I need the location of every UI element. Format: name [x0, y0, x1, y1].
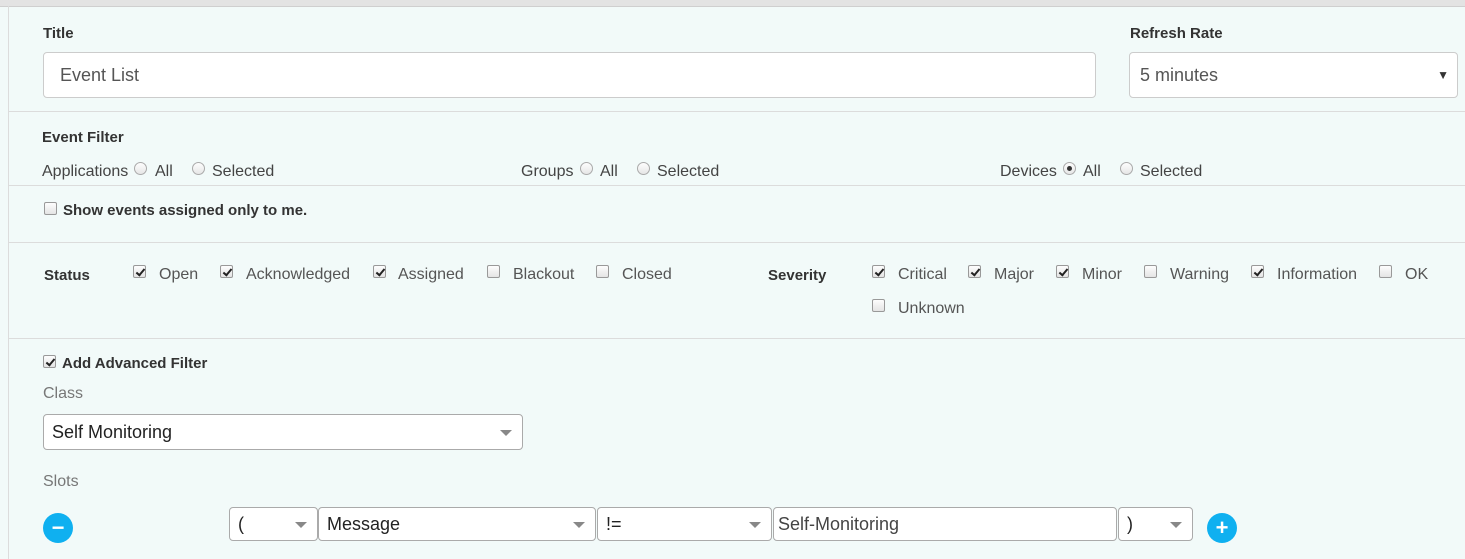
assigned-only-checkbox[interactable]: [44, 202, 57, 215]
chevron-down-icon: [749, 522, 761, 528]
severity-minor-label: Minor: [1082, 266, 1123, 283]
severity-information-checkbox[interactable]: [1251, 265, 1264, 278]
chevron-down-icon: [500, 430, 512, 436]
minus-circle-icon[interactable]: −: [43, 513, 73, 543]
title-input[interactable]: Event List: [43, 52, 1096, 98]
applications-selected-radio[interactable]: [192, 162, 205, 175]
status-blackout-checkbox[interactable]: [487, 265, 500, 278]
groups-all-radio[interactable]: [580, 162, 593, 175]
status-open-label: Open: [159, 266, 199, 283]
slot-field-select[interactable]: Message: [318, 507, 596, 541]
status-blackout-label: Blackout: [513, 266, 575, 283]
status-label: Status: [44, 267, 90, 284]
plus-circle-icon[interactable]: +: [1207, 513, 1237, 543]
groups-selected-radio[interactable]: [637, 162, 650, 175]
operator-select[interactable]: !=: [597, 507, 772, 541]
class-label: Class: [43, 385, 84, 402]
title-label: Title: [43, 25, 74, 42]
status-acknowledged-label: Acknowledged: [246, 266, 351, 283]
devices-label: Devices: [1000, 163, 1057, 180]
close-paren-select[interactable]: ): [1118, 507, 1193, 541]
event-filter-heading: Event Filter: [42, 129, 124, 146]
severity-ok-label: OK: [1405, 266, 1429, 283]
divider: [9, 111, 1465, 112]
divider: [9, 338, 1465, 339]
status-acknowledged-checkbox[interactable]: [220, 265, 233, 278]
close-paren-value: ): [1127, 514, 1133, 534]
divider: [9, 242, 1465, 243]
severity-major-label: Major: [994, 266, 1035, 283]
open-paren-value: (: [238, 514, 244, 534]
slots-label: Slots: [43, 473, 79, 490]
chevron-down-icon: [573, 522, 585, 528]
severity-unknown-checkbox[interactable]: [872, 299, 885, 312]
severity-ok-checkbox[interactable]: [1379, 265, 1392, 278]
left-border: [8, 6, 9, 559]
status-assigned-checkbox[interactable]: [373, 265, 386, 278]
class-select[interactable]: Self Monitoring: [43, 414, 523, 450]
caret-down-icon: ▼: [1437, 68, 1449, 82]
severity-minor-checkbox[interactable]: [1056, 265, 1069, 278]
applications-label: Applications: [42, 163, 129, 180]
severity-unknown-label: Unknown: [898, 300, 965, 317]
status-assigned-label: Assigned: [398, 266, 464, 283]
groups-selected-label: Selected: [657, 163, 720, 180]
severity-information-label: Information: [1277, 266, 1358, 283]
chevron-down-icon: [295, 522, 307, 528]
groups-all-label: All: [600, 163, 618, 180]
severity-label: Severity: [768, 267, 827, 284]
slot-value-input[interactable]: Self-Monitoring: [773, 507, 1117, 541]
open-paren-select[interactable]: (: [229, 507, 318, 541]
devices-selected-label: Selected: [1140, 163, 1203, 180]
operator-value: !=: [606, 514, 622, 534]
groups-label: Groups: [521, 163, 574, 180]
severity-critical-label: Critical: [898, 266, 947, 283]
slot-field-value: Message: [327, 514, 401, 534]
devices-all-label: All: [1083, 163, 1101, 180]
top-bar: [0, 0, 1465, 7]
applications-all-label: All: [155, 163, 173, 180]
advanced-filter-label: Add Advanced Filter: [62, 355, 208, 372]
severity-critical-checkbox[interactable]: [872, 265, 885, 278]
devices-all-radio[interactable]: [1063, 162, 1076, 175]
severity-major-checkbox[interactable]: [968, 265, 981, 278]
class-value: Self Monitoring: [52, 422, 173, 442]
advanced-filter-checkbox[interactable]: [43, 355, 56, 368]
applications-all-radio[interactable]: [134, 162, 147, 175]
status-closed-checkbox[interactable]: [596, 265, 609, 278]
applications-selected-label: Selected: [212, 163, 275, 180]
refresh-rate-label: Refresh Rate: [1130, 25, 1223, 42]
chevron-down-icon: [1170, 522, 1182, 528]
refresh-rate-select[interactable]: 5 minutes ▼: [1129, 52, 1458, 98]
severity-warning-checkbox[interactable]: [1144, 265, 1157, 278]
devices-selected-radio[interactable]: [1120, 162, 1133, 175]
divider: [9, 185, 1465, 186]
assigned-only-label: Show events assigned only to me.: [63, 202, 308, 219]
severity-warning-label: Warning: [1170, 266, 1229, 283]
refresh-rate-value: 5 minutes: [1140, 65, 1219, 85]
status-closed-label: Closed: [622, 266, 672, 283]
status-open-checkbox[interactable]: [133, 265, 146, 278]
